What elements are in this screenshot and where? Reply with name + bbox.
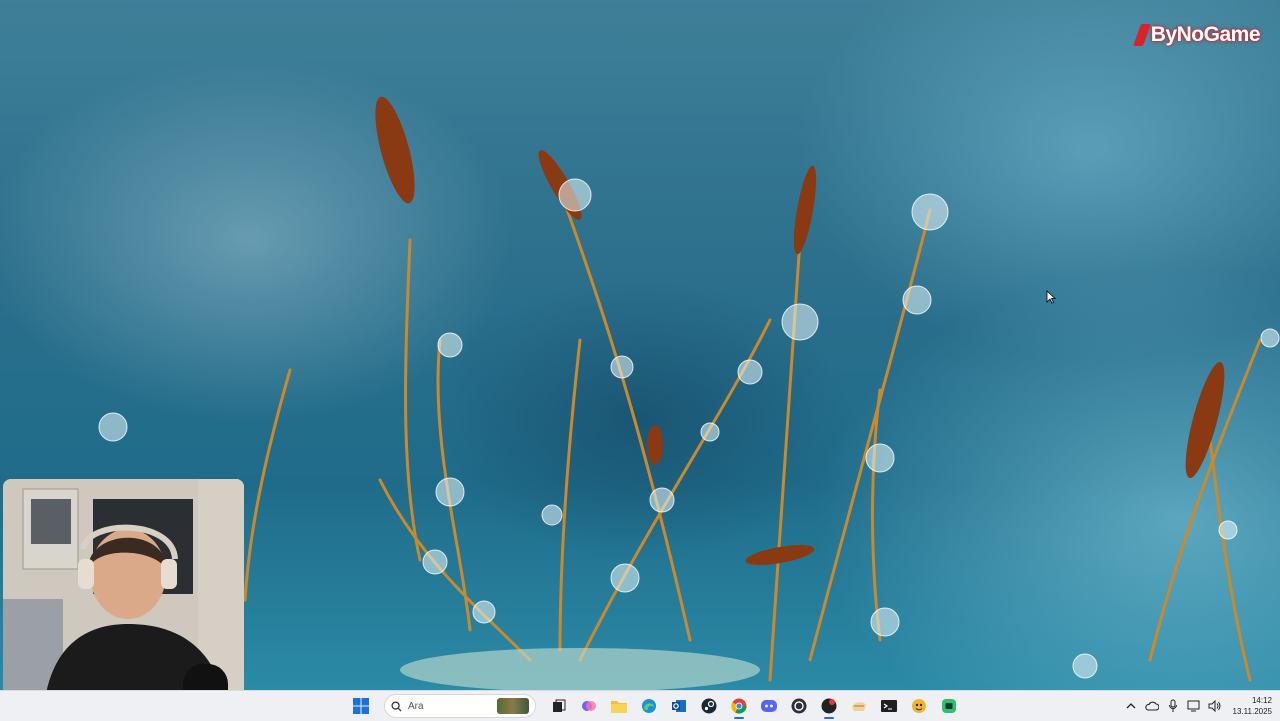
terminal-button[interactable] [876,693,902,719]
brand-logo: ByNoGame [1132,22,1261,48]
discord-icon [761,700,777,712]
game-app-icon [912,699,926,713]
search-highlight-image [497,698,529,714]
notes-button[interactable] [846,693,872,719]
webcam-overlay [3,479,244,717]
taskbar-clock[interactable]: 14:12 13.11.2025 [1233,695,1272,717]
network-button[interactable] [1187,699,1201,713]
steam-icon [701,698,717,714]
system-tray: 14:12 13.11.2025 [1124,691,1280,721]
display-icon [1187,700,1200,712]
copilot-button[interactable] [576,693,602,719]
chrome-button[interactable] [726,693,752,719]
show-hidden-icons-button[interactable] [1124,699,1138,713]
chat-app-button[interactable] [936,693,962,719]
chat-app-icon [942,699,956,713]
windows-logo-icon [353,698,369,714]
discord-button[interactable] [756,693,782,719]
edge-button[interactable] [636,693,662,719]
chevron-up-icon [1126,703,1136,709]
task-view-button[interactable] [546,693,572,719]
microphone-icon [1168,699,1177,712]
obs-button[interactable] [786,693,812,719]
terminal-icon [881,700,897,712]
recording-app-button[interactable] [816,693,842,719]
start-button[interactable] [348,693,374,719]
taskbar: Ara 14:12 13.11.2025 [0,690,1280,721]
taskbar-center: Ara [348,693,962,719]
taskbar-search-box[interactable]: Ara [384,694,536,718]
microphone-button[interactable] [1166,699,1180,713]
volume-button[interactable] [1208,699,1222,713]
steam-button[interactable] [696,693,722,719]
outlook-button[interactable] [666,693,692,719]
edge-icon [642,699,656,713]
onedrive-button[interactable] [1144,699,1159,713]
search-placeholder: Ara [408,700,424,712]
file-explorer-icon [611,701,627,713]
outlook-icon [672,700,686,712]
clock-date: 13.11.2025 [1232,707,1272,716]
chrome-icon [731,698,747,714]
file-explorer-button[interactable] [606,693,632,719]
task-view-icon [553,699,566,712]
obs-icon [791,698,807,714]
recording-app-icon [821,698,837,714]
speaker-icon [1208,700,1221,712]
cloud-icon [1144,701,1159,711]
webcam-person-image [3,479,244,717]
search-icon [391,700,402,712]
clock-time: 14:12 [1251,696,1272,705]
notes-icon [852,702,866,711]
game-app-button[interactable] [906,693,932,719]
copilot-icon [582,701,596,711]
brand-logo-text: ByNoGame [1150,23,1261,46]
mouse-cursor-icon [1046,290,1057,309]
